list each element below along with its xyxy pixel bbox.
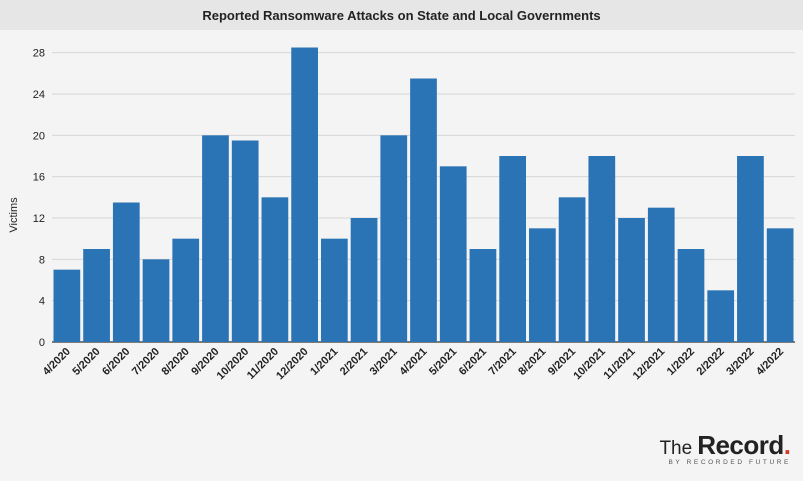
bar (83, 249, 110, 342)
bar (291, 47, 318, 342)
bar (766, 228, 794, 342)
y-tick-label: 12 (33, 213, 45, 225)
x-tick-label: 7/2021 (486, 346, 518, 378)
bars (53, 47, 794, 342)
x-tick-label: 2/2022 (695, 346, 727, 378)
bar (380, 135, 408, 342)
brand-name: Record (697, 430, 784, 460)
x-tick-label: 6/2020 (100, 346, 132, 378)
bar (618, 218, 645, 342)
bar (320, 238, 348, 342)
bar (529, 228, 556, 342)
bar (231, 140, 259, 342)
x-tick-label: 4/2021 (397, 346, 429, 378)
bar (350, 218, 378, 342)
bar (202, 135, 229, 342)
y-tick-label: 16 (33, 172, 45, 184)
y-tick-label: 0 (39, 337, 45, 349)
x-tick-label: 10/2021 (571, 346, 608, 383)
x-tick-label: 4/2020 (41, 346, 73, 378)
bar (647, 207, 675, 342)
x-tick-label: 7/2020 (130, 346, 162, 378)
x-tick-label: 8/2020 (160, 346, 192, 378)
x-tick-label: 6/2021 (457, 346, 489, 378)
y-axis-label: Victims (8, 197, 20, 233)
x-tick-label: 3/2021 (368, 346, 400, 378)
y-tick-label: 28 (33, 48, 45, 60)
brand-logo: The Record . BY RECORDED FUTURE (659, 430, 791, 466)
bar (737, 156, 764, 342)
x-tick-label: 3/2022 (724, 346, 756, 378)
y-tick-label: 4 (39, 296, 45, 308)
x-tick-label: 5/2021 (427, 346, 459, 378)
x-tick-label: 2/2021 (338, 346, 370, 378)
brand-tagline: BY RECORDED FUTURE (668, 459, 791, 466)
x-tick-label: 10/2020 (215, 346, 252, 383)
bar (112, 202, 140, 342)
bar (172, 238, 200, 342)
x-tick-label: 5/2020 (70, 346, 102, 378)
bar (261, 197, 289, 342)
x-tick-label: 12/2020 (274, 346, 311, 383)
y-tick-label: 20 (33, 130, 45, 142)
y-tick-label: 24 (33, 89, 45, 101)
x-tick-label: 12/2021 (631, 346, 668, 383)
bar (53, 269, 81, 342)
x-tick-label: 4/2022 (754, 346, 786, 378)
bar (499, 156, 527, 342)
bar (439, 166, 467, 342)
bar (588, 156, 616, 342)
bar (469, 249, 497, 342)
y-axis-ticks: 0 4 8 12 16 20 24 28 (33, 48, 45, 349)
bar (677, 249, 705, 342)
bar (707, 290, 735, 342)
brand-dot: . (783, 430, 791, 460)
bar (410, 78, 437, 342)
bar (142, 259, 170, 342)
x-tick-label: 1/2022 (665, 346, 697, 378)
bar (558, 197, 586, 342)
x-axis-ticks: 4/20205/20206/20207/20208/20209/202010/2… (41, 346, 787, 383)
x-tick-label: 8/2021 (516, 346, 548, 378)
y-tick-label: 8 (39, 254, 45, 266)
brand-prefix: The (659, 438, 693, 459)
bar-chart: 0481216202428 4/20205/20206/20207/20208/… (8, 47, 795, 383)
x-tick-label: 1/2021 (308, 346, 340, 378)
chart-title: Reported Ransomware Attacks on State and… (0, 0, 803, 30)
